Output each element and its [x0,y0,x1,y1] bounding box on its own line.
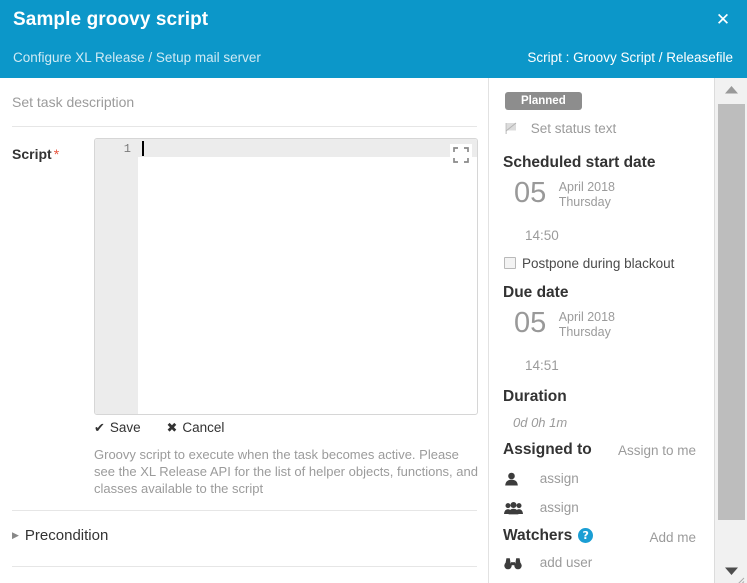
postpone-label: Postpone during blackout [522,256,675,271]
cross-icon: ✖ [166,421,178,436]
breadcrumb-script-type: Script : Groovy Script / Releasefile [527,50,733,65]
script-help-text: Groovy script to execute when the task b… [94,447,478,496]
watchers-heading-label: Watchers [503,527,573,544]
divider [12,566,477,567]
task-form-panel: Set task description Script * 1 ✔ Save ✖… [0,78,489,583]
status-badge[interactable]: Planned [505,92,582,110]
task-detail-dialog: Sample groovy script ✕ Configure XL Rele… [0,0,747,583]
task-meta-panel: Planned Set status text Scheduled start … [490,78,714,583]
resize-grip-icon[interactable] [736,573,745,583]
add-watcher-row[interactable]: add user [504,555,592,573]
divider [12,510,477,511]
postpone-during-blackout-checkbox[interactable]: Postpone during blackout [504,256,674,271]
breadcrumb[interactable]: Configure XL Release / Setup mail server [13,50,261,65]
add-me-link[interactable]: Add me [649,530,696,545]
person-icon [504,472,528,489]
divider [12,126,477,127]
chevron-right-icon: ▶ [12,530,19,540]
editor-action-bar: ✔ Save ✖ Cancel [94,420,246,436]
scheduled-start-weekday: Thursday [558,194,611,209]
set-status-text-button[interactable]: Set status text [505,121,616,138]
editor-gutter: 1 [95,139,138,414]
save-button-label: Save [109,420,141,435]
editor-text-area[interactable] [139,139,477,414]
fullscreen-expand-icon[interactable] [450,144,472,166]
assigned-to-heading: Assigned to [503,441,592,458]
script-editor[interactable]: 1 [94,138,478,415]
flag-icon [505,122,519,138]
due-date-weekday: Thursday [558,324,611,339]
script-field-label: Script * [12,146,59,162]
accordion-precondition-label: Precondition [24,527,109,544]
accordion-precondition[interactable]: ▶ Precondition [12,527,108,544]
due-date-day[interactable]: 05 [514,307,546,339]
binoculars-icon [504,557,528,573]
vertical-scrollbar[interactable] [714,78,747,583]
add-watcher-label: add user [539,555,593,570]
help-icon[interactable]: ? [578,528,594,543]
duration-value[interactable]: 0d 0h 1m [513,415,567,430]
save-button[interactable]: ✔ Save [94,420,141,436]
due-date-time[interactable]: 14:51 [525,358,559,373]
page-title: Sample groovy script [13,9,209,30]
due-date-month-year: April 2018 [558,310,616,324]
dialog-header: Sample groovy script ✕ Configure XL Rele… [0,0,747,78]
scheduled-start-month-year: April 2018 [558,180,616,194]
assign-team-row[interactable]: assign [504,500,579,518]
cancel-button-label: Cancel [182,420,225,435]
assign-to-me-link[interactable]: Assign to me [618,443,696,458]
cancel-button[interactable]: ✖ Cancel [166,420,224,436]
duration-heading: Duration [503,388,567,405]
scrollbar-thumb[interactable] [718,104,745,520]
due-date[interactable]: 05 April 2018 Thursday [514,307,615,339]
due-date-heading: Due date [503,284,569,301]
required-marker: * [53,146,60,162]
scheduled-start-heading: Scheduled start date [503,154,656,171]
dialog-body: Set task description Script * 1 ✔ Save ✖… [0,78,747,583]
scheduled-start-day[interactable]: 05 [514,177,546,209]
script-label-text: Script [12,146,52,162]
set-status-text-label: Set status text [530,121,617,136]
task-description-input[interactable]: Set task description [12,94,134,110]
scheduled-start-date[interactable]: 05 April 2018 Thursday [514,177,615,209]
close-icon[interactable]: ✕ [711,8,735,32]
scroll-up-arrow-icon[interactable] [715,78,747,102]
due-date-monthyear[interactable]: April 2018 Thursday [559,307,615,339]
assign-team-label: assign [539,500,579,515]
assign-user-label: assign [539,471,579,486]
check-icon: ✔ [94,421,105,436]
assign-user-row[interactable]: assign [504,471,579,489]
editor-line-number: 1 [123,142,131,156]
group-icon [504,501,528,518]
watchers-heading: Watchers? [503,527,594,545]
checkbox-box[interactable] [504,257,516,269]
scheduled-start-time[interactable]: 14:50 [525,228,559,243]
editor-caret [142,141,144,156]
scheduled-start-monthyear[interactable]: April 2018 Thursday [559,177,615,209]
